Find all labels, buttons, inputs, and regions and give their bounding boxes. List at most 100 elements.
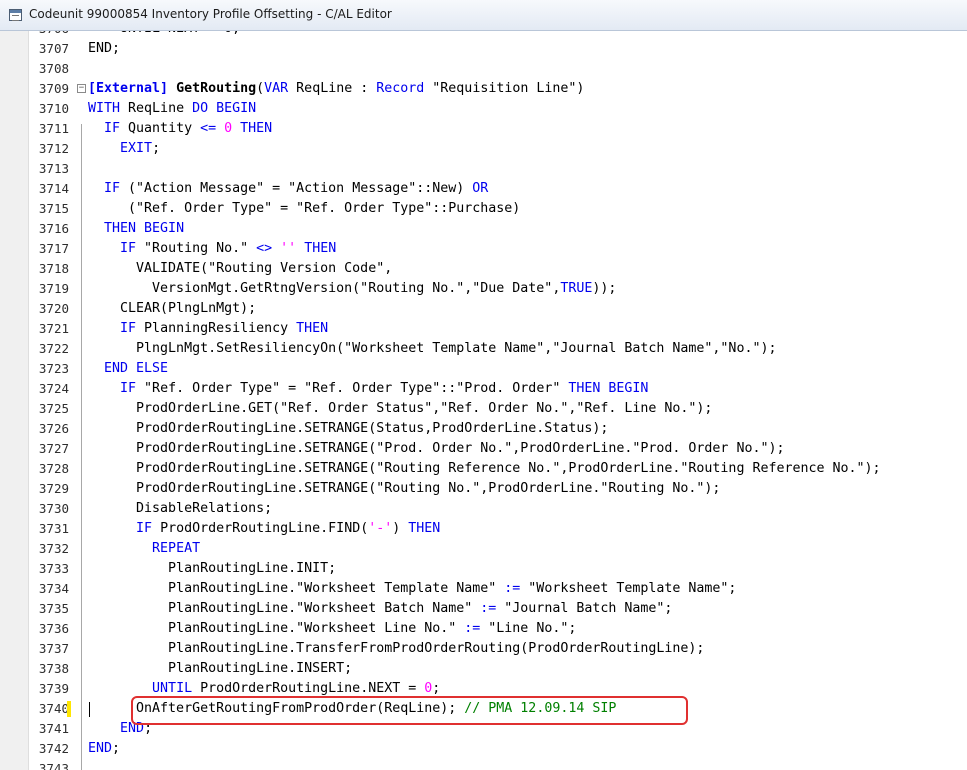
code-text[interactable]: CLEAR(PlngLnMgt); bbox=[88, 299, 256, 319]
code-line[interactable]: 3729 ProdOrderRoutingLine.SETRANGE("Rout… bbox=[0, 479, 967, 499]
code-text[interactable]: [External] GetRouting(VAR ReqLine : Reco… bbox=[88, 79, 584, 99]
code-line[interactable]: 3743 bbox=[0, 759, 967, 770]
code-line[interactable]: 3710 WITH ReqLine DO BEGIN bbox=[0, 99, 967, 119]
code-line[interactable]: 3709 [External] GetRouting(VAR ReqLine : … bbox=[0, 79, 967, 99]
code-line[interactable]: 3719 VersionMgt.GetRtngVersion("Routing … bbox=[0, 279, 967, 299]
code-text[interactable]: PlngLnMgt.SetResiliencyOn("Worksheet Tem… bbox=[88, 339, 776, 359]
line-number: 3724 bbox=[38, 381, 69, 396]
code-line[interactable]: 3711 IF Quantity <= 0 THEN bbox=[0, 119, 967, 139]
code-line[interactable]: 3736 PlanRoutingLine."Worksheet Line No.… bbox=[0, 619, 967, 639]
code-text[interactable]: IF "Ref. Order Type" = "Ref. Order Type"… bbox=[88, 379, 648, 399]
code-line[interactable]: 3730 DisableRelations; bbox=[0, 499, 967, 519]
line-number: 3729 bbox=[38, 481, 69, 496]
code-line[interactable]: 3722 PlngLnMgt.SetResiliencyOn("Workshee… bbox=[0, 339, 967, 359]
code-line[interactable]: 3725 ProdOrderLine.GET("Ref. Order Statu… bbox=[0, 399, 967, 419]
code-line[interactable]: 3723 END ELSE bbox=[0, 359, 967, 379]
line-number: 3739 bbox=[38, 681, 69, 696]
line-number: 3722 bbox=[38, 341, 69, 356]
code-line[interactable]: 3715 ("Ref. Order Type" = "Ref. Order Ty… bbox=[0, 199, 967, 219]
window-title: Codeunit 99000854 Inventory Profile Offs… bbox=[29, 7, 392, 21]
line-number: 3734 bbox=[38, 581, 69, 596]
code-line[interactable]: 3731 IF ProdOrderRoutingLine.FIND('-') T… bbox=[0, 519, 967, 539]
code-text[interactable]: ProdOrderRoutingLine.SETRANGE("Routing R… bbox=[88, 459, 881, 479]
code-text[interactable]: IF ("Action Message" = "Action Message":… bbox=[88, 179, 488, 199]
code-text[interactable]: IF "Routing No." <> '' THEN bbox=[88, 239, 336, 259]
code-text[interactable]: ProdOrderRoutingLine.SETRANGE("Prod. Ord… bbox=[88, 439, 784, 459]
line-number: 3740 bbox=[38, 701, 69, 716]
code-line[interactable]: 3728 ProdOrderRoutingLine.SETRANGE("Rout… bbox=[0, 459, 967, 479]
code-text[interactable]: PlanRoutingLine.TransferFromProdOrderRou… bbox=[88, 639, 704, 659]
code-text[interactable]: PlanRoutingLine."Worksheet Line No." := … bbox=[88, 619, 576, 639]
code-text[interactable]: ProdOrderLine.GET("Ref. Order Status","R… bbox=[88, 399, 712, 419]
code-line[interactable]: 3738 PlanRoutingLine.INSERT; bbox=[0, 659, 967, 679]
line-number: 3720 bbox=[38, 301, 69, 316]
code-text[interactable]: END; bbox=[88, 739, 120, 759]
code-line[interactable]: 3727 ProdOrderRoutingLine.SETRANGE("Prod… bbox=[0, 439, 967, 459]
line-number: 3709 bbox=[38, 81, 69, 96]
code-text[interactable]: ProdOrderRoutingLine.SETRANGE(Status,Pro… bbox=[88, 419, 608, 439]
code-text[interactable]: DisableRelations; bbox=[88, 499, 272, 519]
code-text[interactable]: EXIT; bbox=[88, 139, 160, 159]
code-text[interactable]: THEN BEGIN bbox=[88, 219, 184, 239]
line-number: 3719 bbox=[38, 281, 69, 296]
line-number: 3712 bbox=[38, 141, 69, 156]
code-line[interactable]: 3718 VALIDATE("Routing Version Code", bbox=[0, 259, 967, 279]
code-line[interactable]: 3716 THEN BEGIN bbox=[0, 219, 967, 239]
line-number: 3732 bbox=[38, 541, 69, 556]
code-text[interactable]: PlanRoutingLine."Worksheet Template Name… bbox=[88, 579, 736, 599]
code-line[interactable]: 3721 IF PlanningResiliency THEN bbox=[0, 319, 967, 339]
line-number: 3710 bbox=[38, 101, 69, 116]
code-line[interactable]: 3732 REPEAT bbox=[0, 539, 967, 559]
code-line[interactable]: 3734 PlanRoutingLine."Worksheet Template… bbox=[0, 579, 967, 599]
code-text[interactable]: ("Ref. Order Type" = "Ref. Order Type"::… bbox=[88, 199, 520, 219]
code-text[interactable]: PlanRoutingLine.INIT; bbox=[88, 559, 336, 579]
code-text[interactable]: IF ProdOrderRoutingLine.FIND('-') THEN bbox=[88, 519, 440, 539]
code-line[interactable]: 3706 UNTIL NEXT = 0; bbox=[0, 31, 967, 39]
code-line[interactable]: 3707 END; bbox=[0, 39, 967, 59]
changed-line-marker bbox=[67, 701, 71, 717]
code-text[interactable]: VersionMgt.GetRtngVersion("Routing No.",… bbox=[88, 279, 616, 299]
code-line[interactable]: 3742 END; bbox=[0, 739, 967, 759]
collapse-toggle-icon[interactable]: − bbox=[77, 84, 86, 93]
code-text[interactable]: UNTIL NEXT = 0; bbox=[88, 31, 240, 39]
code-line[interactable]: 3714 IF ("Action Message" = "Action Mess… bbox=[0, 179, 967, 199]
code-line[interactable]: 3724 IF "Ref. Order Type" = "Ref. Order … bbox=[0, 379, 967, 399]
code-text[interactable]: IF Quantity <= 0 THEN bbox=[88, 119, 272, 139]
line-number: 3711 bbox=[38, 121, 69, 136]
code-line[interactable]: 3733 PlanRoutingLine.INIT; bbox=[0, 559, 967, 579]
line-number: 3731 bbox=[38, 521, 69, 536]
line-number: 3718 bbox=[38, 261, 69, 276]
code-line[interactable]: 3708 bbox=[0, 59, 967, 79]
line-number: 3735 bbox=[38, 601, 69, 616]
code-text[interactable]: PlanRoutingLine."Worksheet Batch Name" :… bbox=[88, 599, 672, 619]
line-number: 3716 bbox=[38, 221, 69, 236]
line-number: 3707 bbox=[38, 41, 69, 56]
highlight-annotation-box bbox=[131, 696, 688, 725]
text-cursor bbox=[89, 702, 90, 717]
code-text[interactable]: ProdOrderRoutingLine.SETRANGE("Routing N… bbox=[88, 479, 720, 499]
code-line[interactable]: 3717 IF "Routing No." <> '' THEN bbox=[0, 239, 967, 259]
code-line[interactable]: 3720 CLEAR(PlngLnMgt); bbox=[0, 299, 967, 319]
code-text[interactable]: END ELSE bbox=[88, 359, 168, 379]
title-bar[interactable]: Codeunit 99000854 Inventory Profile Offs… bbox=[0, 0, 967, 31]
line-number: 3723 bbox=[38, 361, 69, 376]
code-line[interactable]: 3712 EXIT; bbox=[0, 139, 967, 159]
line-number: 3730 bbox=[38, 501, 69, 516]
code-text[interactable]: IF PlanningResiliency THEN bbox=[88, 319, 328, 339]
line-number: 3738 bbox=[38, 661, 69, 676]
code-line[interactable]: 3713 bbox=[0, 159, 967, 179]
code-text[interactable]: REPEAT bbox=[88, 539, 200, 559]
code-line[interactable]: 3737 PlanRoutingLine.TransferFromProdOrd… bbox=[0, 639, 967, 659]
code-text[interactable]: VALIDATE("Routing Version Code", bbox=[88, 259, 392, 279]
line-number: 3741 bbox=[38, 721, 69, 736]
code-text[interactable]: PlanRoutingLine.INSERT; bbox=[88, 659, 352, 679]
line-number: 3727 bbox=[38, 441, 69, 456]
code-editor[interactable]: 3706 UNTIL NEXT = 0; 3707 END; 3708 3709 [Ext… bbox=[0, 31, 967, 770]
line-number: 3713 bbox=[38, 161, 69, 176]
line-number: 3736 bbox=[38, 621, 69, 636]
code-line[interactable]: 3726 ProdOrderRoutingLine.SETRANGE(Statu… bbox=[0, 419, 967, 439]
line-number: 3721 bbox=[38, 321, 69, 336]
code-text[interactable]: WITH ReqLine DO BEGIN bbox=[88, 99, 256, 119]
code-line[interactable]: 3735 PlanRoutingLine."Worksheet Batch Na… bbox=[0, 599, 967, 619]
code-text[interactable]: END; bbox=[88, 39, 120, 59]
